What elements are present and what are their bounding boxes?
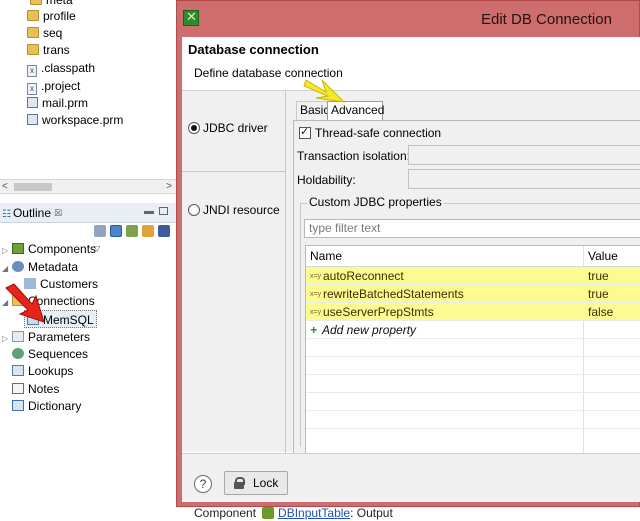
outline-tab-label: ☷ Outline (2, 206, 51, 220)
outline-item-notes[interactable]: Notes (12, 380, 59, 398)
collapse-icon[interactable]: ◢ (2, 260, 10, 278)
empty-row (306, 339, 640, 357)
tree-tool-icon[interactable] (94, 225, 106, 237)
filter-input[interactable]: type filter text (304, 219, 640, 238)
outline-icon: ☷ (2, 209, 11, 220)
scroll-left-icon[interactable]: < (2, 180, 8, 194)
jndi-resource-radio[interactable]: JNDI resource (188, 203, 280, 217)
driver-separator (182, 171, 286, 172)
property-icon: x=y (310, 309, 322, 316)
tree-item-project[interactable]: x .project (27, 77, 80, 95)
notes-icon (12, 383, 24, 394)
property-icon: x=y (310, 291, 322, 298)
horizontal-scrollbar[interactable]: < > (0, 179, 176, 194)
dialog-content: Database connection Define database conn… (182, 37, 640, 502)
yellow-arrow-annotation (303, 79, 346, 103)
properties-table-header: Name Value (306, 246, 640, 267)
app-icon (183, 9, 199, 26)
column-header-value[interactable]: Value (588, 249, 618, 263)
metadata-icon (12, 261, 24, 272)
menu-tool-icon[interactable] (158, 225, 170, 237)
status-line: Component DBInputTable: Output (176, 505, 640, 521)
sequences-icon (12, 348, 24, 359)
components-icon (12, 243, 24, 254)
maximize-icon[interactable] (159, 207, 168, 215)
parameters-icon (12, 331, 24, 342)
red-arrow-annotation (5, 283, 45, 323)
prm-file-icon (27, 97, 38, 108)
lock-icon (234, 477, 245, 489)
tree-item-trans[interactable]: trans (27, 41, 70, 59)
folder-icon (30, 0, 42, 5)
outline-view-tab[interactable]: ☷ Outline ☒ ▬ (0, 203, 176, 223)
edit-db-connection-dialog: Edit DB Connection Database connection D… (176, 0, 640, 507)
custom-jdbc-properties-label: Custom JDBC properties (307, 195, 444, 209)
folder-icon (27, 10, 39, 21)
lookups-icon (12, 365, 24, 376)
empty-row (306, 411, 640, 429)
help-icon[interactable]: ? (194, 475, 212, 493)
tree-item-classpath[interactable]: x .classpath (27, 59, 95, 77)
folder-icon (27, 27, 39, 38)
column-header-name[interactable]: Name (310, 249, 342, 263)
outline-toolbar: ▽ (94, 225, 176, 253)
properties-table: Name Value x=y autoReconnect true x=y rewr… (305, 245, 640, 456)
checkbox-checked-icon[interactable] (299, 125, 311, 139)
table-row[interactable]: x=y rewriteBatchedStatements true (306, 285, 640, 303)
tree-item-seq[interactable]: seq (27, 24, 62, 42)
outline-item-sequences[interactable]: Sequences (12, 345, 88, 363)
filter-tool-icon[interactable] (126, 225, 138, 237)
hierarchy-icon[interactable] (110, 225, 122, 237)
tree-item-mail-prm[interactable]: mail.prm (27, 94, 88, 112)
tree-item-workspace-prm[interactable]: workspace.prm (27, 111, 123, 129)
empty-row (306, 357, 640, 375)
add-icon: + (310, 323, 318, 337)
outline-item-dictionary[interactable]: Dictionary (12, 397, 81, 415)
close-icon[interactable]: ☒ (54, 205, 62, 221)
lock-button[interactable]: Lock (224, 471, 288, 495)
transaction-isolation-label: Transaction isolation: (297, 149, 410, 163)
thread-safe-checkbox[interactable]: Thread-safe connection (299, 125, 441, 140)
transaction-isolation-select[interactable] (408, 145, 640, 165)
link-tool-icon[interactable] (142, 225, 154, 237)
holdability-label: Holdability: (297, 173, 356, 187)
table-row[interactable]: x=y autoReconnect true (306, 267, 640, 285)
xml-file-icon: x (27, 65, 37, 77)
empty-row (306, 375, 640, 393)
expand-icon[interactable]: ▷ (2, 330, 10, 348)
outline-item-metadata[interactable]: ◢ Metadata (2, 258, 78, 276)
jdbc-driver-radio[interactable]: JDBC driver (188, 121, 268, 135)
outline-item-components[interactable]: ▷ Components (2, 240, 96, 258)
dialog-title: Edit DB Connection (481, 11, 612, 28)
add-new-property-row[interactable]: + Add new property (306, 321, 640, 339)
driver-type-column: JDBC driver JNDI resource (182, 91, 286, 453)
prm-file-icon (27, 114, 38, 125)
table-row[interactable]: x=y useServerPrepStmts false (306, 303, 640, 321)
property-icon: x=y (310, 273, 322, 280)
dictionary-icon (12, 400, 24, 411)
component-icon (262, 507, 275, 519)
scrollbar-thumb[interactable] (14, 183, 52, 191)
holdability-select[interactable] (408, 169, 640, 189)
folder-icon (27, 44, 39, 55)
scroll-right-icon[interactable]: > (166, 180, 172, 194)
component-link[interactable]: DBInputTable (278, 506, 350, 520)
dialog-body: JDBC driver JNDI resource Basic Advanced… (182, 90, 640, 456)
dialog-header: Database connection Define database conn… (182, 37, 640, 89)
empty-row (306, 393, 640, 411)
minimize-icon[interactable]: ▬ (144, 205, 154, 219)
radio-unselected-icon[interactable] (188, 204, 200, 216)
advanced-tab-panel: Thread-safe connection Transaction isola… (293, 120, 640, 456)
dialog-heading: Database connection (188, 42, 319, 57)
dialog-titlebar[interactable]: Edit DB Connection (177, 1, 639, 37)
outline-item-parameters[interactable]: ▷ Parameters (2, 328, 90, 346)
outline-item-lookups[interactable]: Lookups (12, 362, 73, 380)
left-ide-panel: meta profile seq trans x .classpath x .pro… (0, 0, 176, 521)
radio-selected-icon[interactable] (188, 122, 200, 134)
tree-item-profile[interactable]: profile (27, 7, 76, 25)
